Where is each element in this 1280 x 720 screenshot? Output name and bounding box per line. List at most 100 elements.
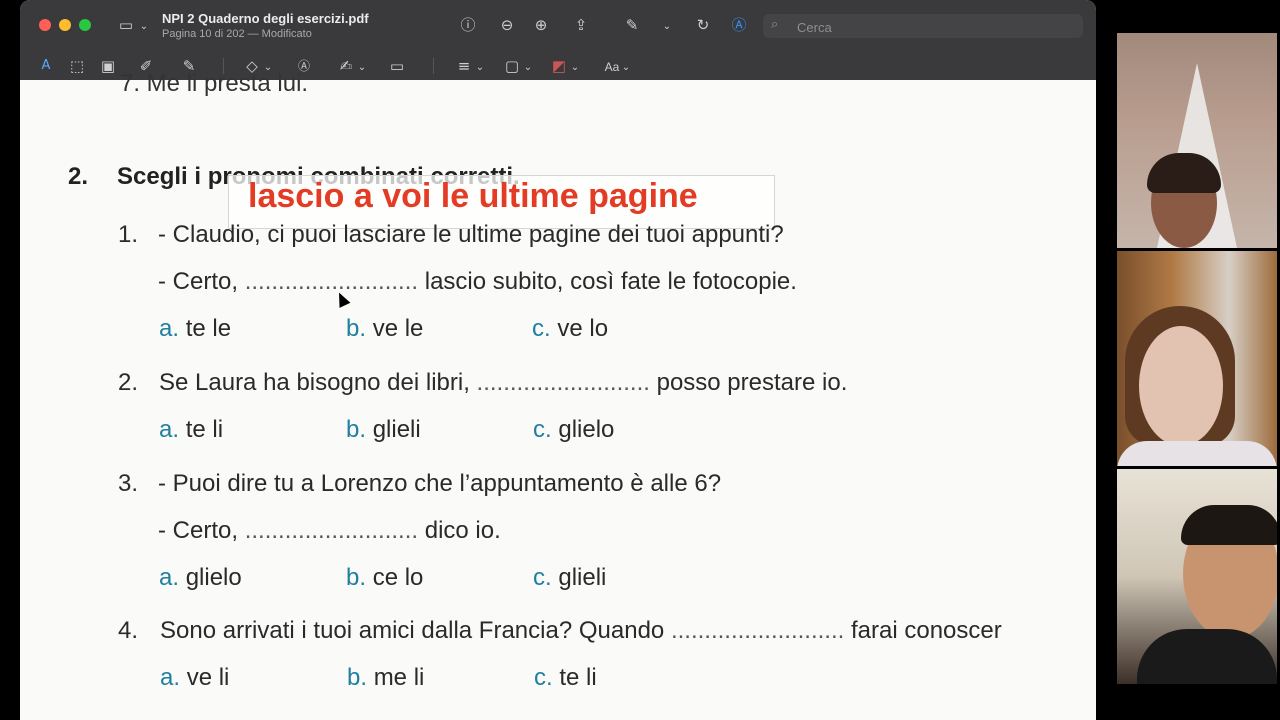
chevron-down-icon[interactable]: ⌄ [475,59,485,77]
search-input[interactable] [795,14,1079,40]
chevron-down-icon[interactable]: ⌄ [357,59,367,77]
answer-suffix: dico io. [424,517,501,544]
pdf-page: 7. Me li presta lui. 2. Scegli i pronomi… [20,70,1096,720]
option-text: glieli [372,416,421,443]
option-b: b. ve le [346,315,423,343]
option-letter: b. [346,564,367,591]
previous-item-fragment: 7. Me li presta lui. [120,70,309,97]
option-c: c. te li [534,664,597,692]
question-line: Sono arrivati i tuoi amici dalla Francia… [160,617,1002,645]
option-letter: b. [346,315,367,342]
participant-hair [1181,505,1277,545]
markup-pen-icon[interactable]: ✎ [622,16,642,34]
share-icon[interactable]: ⇪ [571,16,591,34]
info-icon[interactable]: ⓘ [458,16,478,34]
exercise-number: 2. [68,163,89,190]
signature-icon[interactable]: ✍ [338,57,354,75]
participant-video-tile[interactable] [1117,33,1277,248]
option-b: b. ce lo [346,564,423,592]
chevron-down-icon[interactable]: ⌄ [621,59,631,77]
participant-video-tile[interactable] [1117,251,1277,466]
option-text: me li [373,664,425,691]
option-text: ve lo [557,315,609,342]
option-c: c. ve lo [532,315,608,343]
redact-icon[interactable]: ▣ [100,57,116,75]
answer-prefix: - Certo, [158,268,239,295]
option-text: glieli [558,564,607,591]
answer-line: - Certo, .......................... lasc… [158,268,797,296]
line-style-icon[interactable]: ≡ [456,57,472,75]
question-line: Se Laura ha bisogno dei libri, .........… [159,369,847,397]
zoom-out-icon[interactable]: ⊖ [497,16,517,34]
caption-text: lascio a voi le ultime pagine [248,177,698,215]
close-window-button[interactable] [39,19,51,31]
option-a: a. ve li [160,664,229,692]
option-letter: a. [159,416,180,443]
question-number: 3. [118,470,139,497]
option-letter: a. [160,664,181,691]
option-a: a. te li [159,416,223,444]
chevron-down-icon[interactable]: ⌄ [139,18,149,36]
fill-color-icon[interactable]: ◩ [551,57,567,75]
answer-suffix: lascio subito, così fate le fotocopie. [424,268,797,295]
question-suffix: posso prestare io. [656,369,848,396]
markup-icon[interactable]: Ⓐ [729,16,749,34]
option-text: te li [185,416,224,443]
blank-gap: .......................... [670,617,845,644]
option-text: ve li [186,664,230,691]
title-bar: ▭ ⌄ NPI 2 Quaderno degli esercizi.pdf Pa… [20,0,1096,80]
option-letter: c. [533,416,552,443]
question-line: - Puoi dire tu a Lorenzo che l’appuntame… [158,470,722,497]
option-letter: b. [347,664,368,691]
blank-gap: .......................... [244,268,419,295]
option-a: a. glielo [159,564,242,592]
option-letter: c. [534,664,553,691]
sidebar-icon[interactable]: ▭ [116,16,136,34]
option-letter: b. [346,416,367,443]
option-text: glielo [558,416,615,443]
question-number: 2. [118,369,139,396]
blank-gap: .......................... [476,369,650,396]
toolbar-divider [433,58,434,74]
rotate-icon[interactable]: ↻ [693,16,713,34]
option-letter: a. [159,315,180,342]
question-prefix: Se Laura ha bisogno dei libri, [159,369,470,396]
question-line: - Claudio, ci puoi lasciare le ultime pa… [158,221,784,248]
option-text: te le [185,315,232,342]
option-text: glielo [185,564,242,591]
text-selection-icon[interactable]: A [38,57,54,75]
question-suffix: farai conoscer [850,617,1002,644]
option-b: b. glieli [346,416,421,444]
option-a: a. te le [159,315,231,343]
option-letter: c. [532,315,551,342]
zoom-window-button[interactable] [79,19,91,31]
option-letter: c. [533,564,552,591]
option-text: te li [559,664,597,691]
document-subtitle: Pagina 10 di 202 — Modificato [162,28,312,40]
blank-gap: .......................... [244,517,419,544]
search-field[interactable]: ⌕ [763,14,1083,40]
chevron-down-icon[interactable]: ⌄ [570,59,580,77]
answer-prefix: - Certo, [158,517,239,544]
question-prefix: Sono arrivati i tuoi amici dalla Francia… [160,617,665,644]
document-title: NPI 2 Quaderno degli esercizi.pdf [162,11,369,26]
question-number: 4. [118,617,139,644]
participant-video-tile[interactable] [1117,469,1277,684]
rectangle-select-icon[interactable]: ⬚ [69,57,85,75]
minimize-window-button[interactable] [59,19,71,31]
chevron-down-icon[interactable]: ⌄ [662,18,672,36]
note-icon[interactable]: ▭ [389,57,405,75]
option-letter: a. [159,564,180,591]
option-c: c. glielo [533,416,614,444]
border-color-icon[interactable]: ▢ [504,57,520,75]
chevron-down-icon[interactable]: ⌄ [523,59,533,77]
zoom-in-icon[interactable]: ⊕ [531,16,551,34]
answer-line: - Certo, .......................... dico… [158,517,501,545]
preview-window: ▭ ⌄ NPI 2 Quaderno degli esercizi.pdf Pa… [20,0,1096,720]
option-c: c. glieli [533,564,606,592]
option-text: ce lo [372,564,424,591]
text-style-icon[interactable]: Aa [601,58,623,76]
search-icon: ⌕ [771,17,779,32]
participant-shoulders [1137,629,1277,684]
option-text: ve le [372,315,424,342]
